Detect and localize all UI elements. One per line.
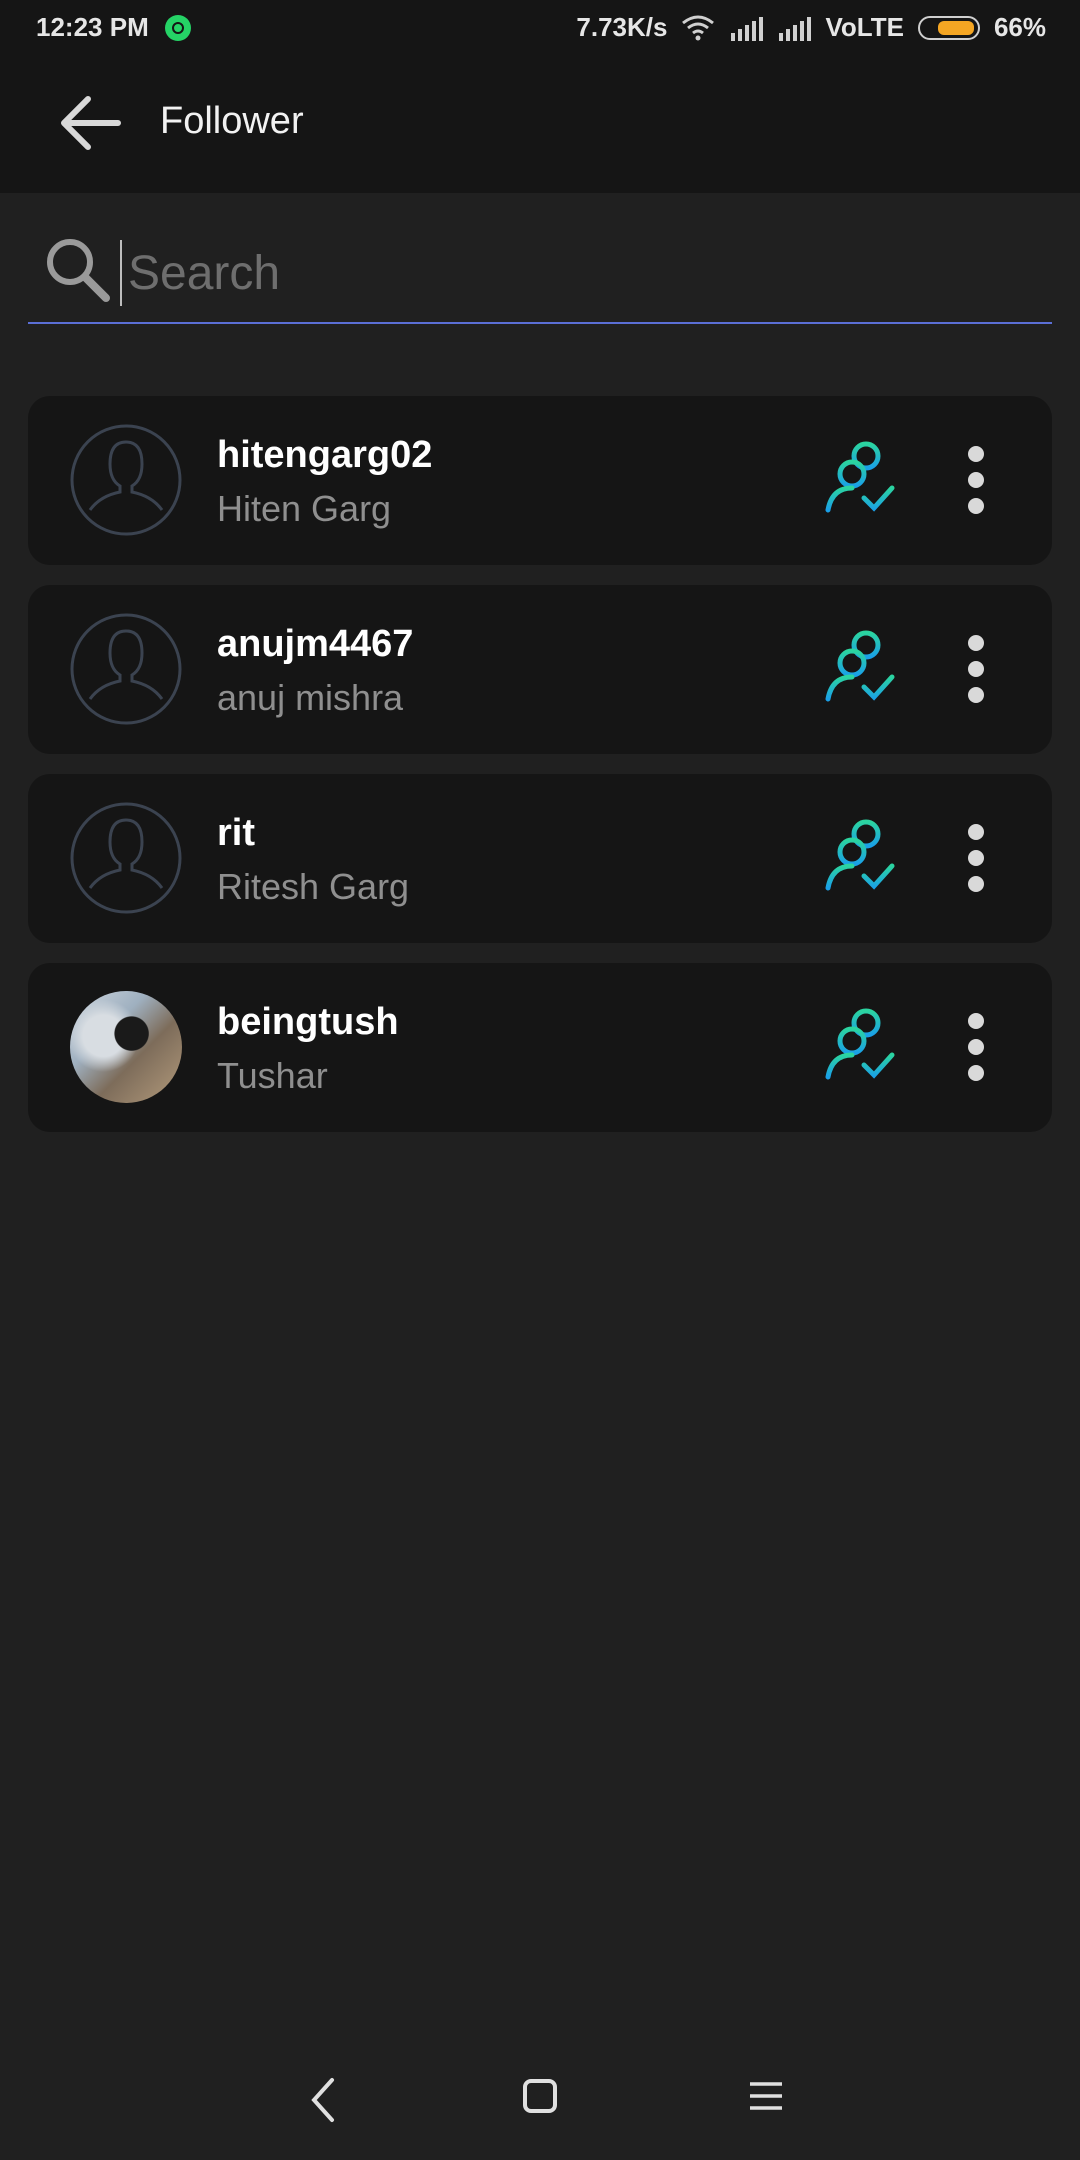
- nav-home-icon[interactable]: [520, 2076, 560, 2116]
- status-time: 12:23 PM: [36, 12, 149, 42]
- more-vertical-icon: [968, 824, 984, 840]
- default-avatar-icon: [70, 613, 182, 725]
- follower-name: Ritesh Garg: [217, 866, 410, 907]
- system-nav-bar: [0, 2040, 1080, 2160]
- avatar[interactable]: [70, 424, 182, 536]
- default-avatar-icon: [70, 802, 182, 914]
- search-icon: [47, 239, 110, 302]
- following-check-icon[interactable]: [824, 629, 900, 705]
- signal-icon: [779, 16, 812, 41]
- battery-icon: [917, 15, 980, 40]
- follower-name: anuj mishra: [217, 677, 404, 718]
- following-check-icon[interactable]: [824, 818, 900, 894]
- follower-username: beingtush: [217, 1001, 399, 1043]
- whatsapp-icon: [164, 14, 191, 41]
- search-bar[interactable]: [28, 222, 1052, 324]
- nav-menu-icon[interactable]: [746, 2076, 786, 2116]
- follower-name: Hiten Garg: [217, 488, 392, 529]
- follower-row[interactable]: anujm4467 anuj mishra: [28, 585, 1052, 754]
- more-vertical-icon: [968, 1013, 984, 1029]
- arrow-left-icon: [61, 96, 121, 150]
- battery-percent: 66%: [993, 12, 1046, 42]
- back-button[interactable]: [50, 86, 130, 160]
- follower-row[interactable]: rit Ritesh Garg: [28, 774, 1052, 943]
- more-options-button[interactable]: [956, 818, 996, 898]
- follower-row[interactable]: hitengarg02 Hiten Garg: [28, 396, 1052, 565]
- more-options-button[interactable]: [956, 440, 996, 520]
- net-speed: 7.73K/s: [576, 12, 668, 42]
- more-options-button[interactable]: [956, 629, 996, 709]
- following-check-icon[interactable]: [824, 440, 900, 516]
- nav-back-icon[interactable]: [302, 2070, 342, 2130]
- more-vertical-icon: [968, 635, 984, 651]
- page-title: Follower: [160, 100, 304, 142]
- text-cursor: [120, 240, 122, 306]
- search-input[interactable]: [126, 236, 1030, 310]
- wifi-icon: [682, 15, 715, 40]
- network-type: VoLTE: [825, 12, 904, 42]
- signal-icon: [731, 16, 764, 41]
- app-bar: Follower: [0, 56, 1080, 193]
- more-options-button[interactable]: [956, 1007, 996, 1087]
- following-check-icon[interactable]: [824, 1007, 900, 1083]
- avatar[interactable]: [70, 991, 182, 1103]
- more-vertical-icon: [968, 446, 984, 462]
- follower-list: hitengarg02 Hiten Garg anujm4467 anuj mi…: [28, 396, 1052, 1152]
- avatar[interactable]: [70, 802, 182, 914]
- follower-username: anujm4467: [217, 623, 414, 665]
- follower-username: hitengarg02: [217, 434, 433, 476]
- default-avatar-icon: [70, 424, 182, 536]
- status-bar: 12:23 PM 7.73K/s VoLTE 66%: [0, 0, 1080, 56]
- follower-username: rit: [217, 812, 255, 854]
- follower-row[interactable]: beingtush Tushar: [28, 963, 1052, 1132]
- follower-name: Tushar: [217, 1055, 328, 1096]
- avatar[interactable]: [70, 613, 182, 725]
